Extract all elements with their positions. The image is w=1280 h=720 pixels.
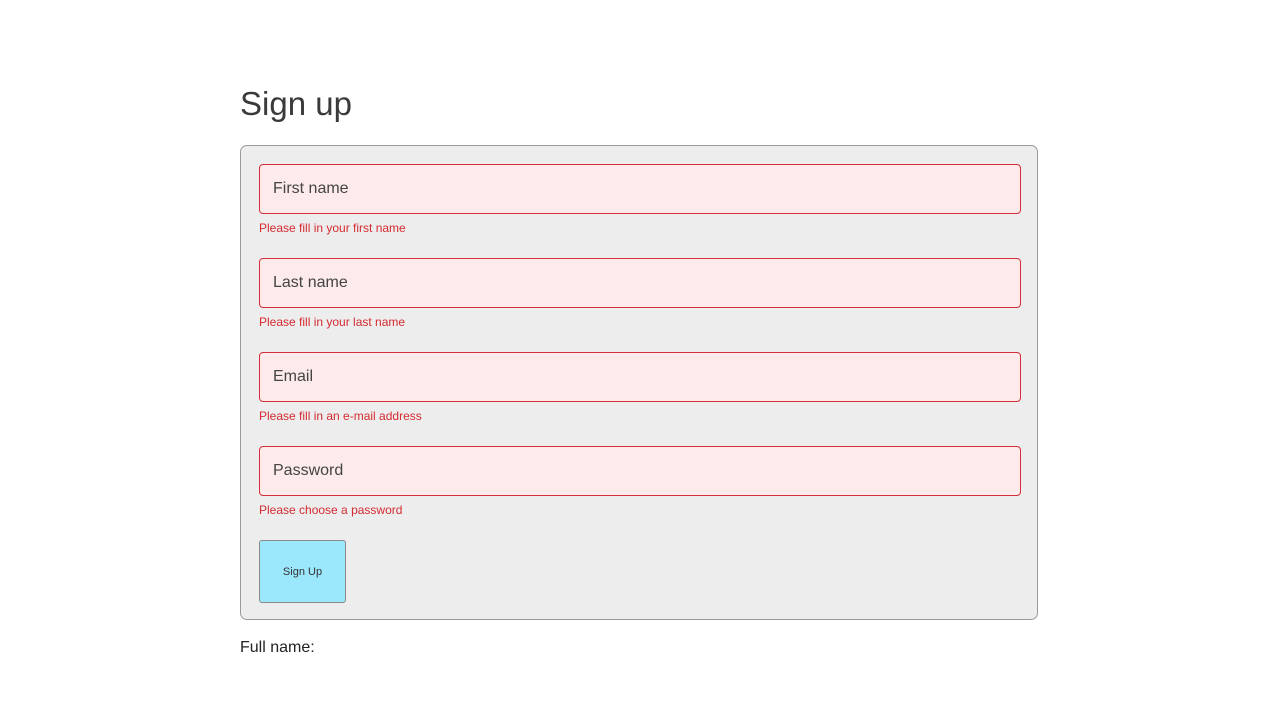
password-group: Please choose a password: [259, 446, 1021, 517]
email-group: Please fill in an e-mail address: [259, 352, 1021, 423]
email-error: Please fill in an e-mail address: [259, 409, 422, 423]
full-name-label: Full name:: [240, 639, 315, 656]
email-input[interactable]: [259, 352, 1021, 402]
password-error: Please choose a password: [259, 503, 403, 517]
page-title: Sign up: [240, 85, 352, 122]
last-name-group: Please fill in your last name: [259, 258, 1021, 329]
signup-form: Please fill in your first name Please fi…: [240, 145, 1038, 620]
first-name-input[interactable]: [259, 164, 1021, 214]
sign-up-button[interactable]: Sign Up: [259, 540, 346, 603]
last-name-error: Please fill in your last name: [259, 315, 406, 329]
password-input[interactable]: [259, 446, 1021, 496]
last-name-input[interactable]: [259, 258, 1021, 308]
signup-page: Sign up Please fill in your first name P…: [0, 0, 1280, 720]
first-name-error: Please fill in your first name: [259, 221, 406, 235]
first-name-group: Please fill in your first name: [259, 164, 1021, 235]
